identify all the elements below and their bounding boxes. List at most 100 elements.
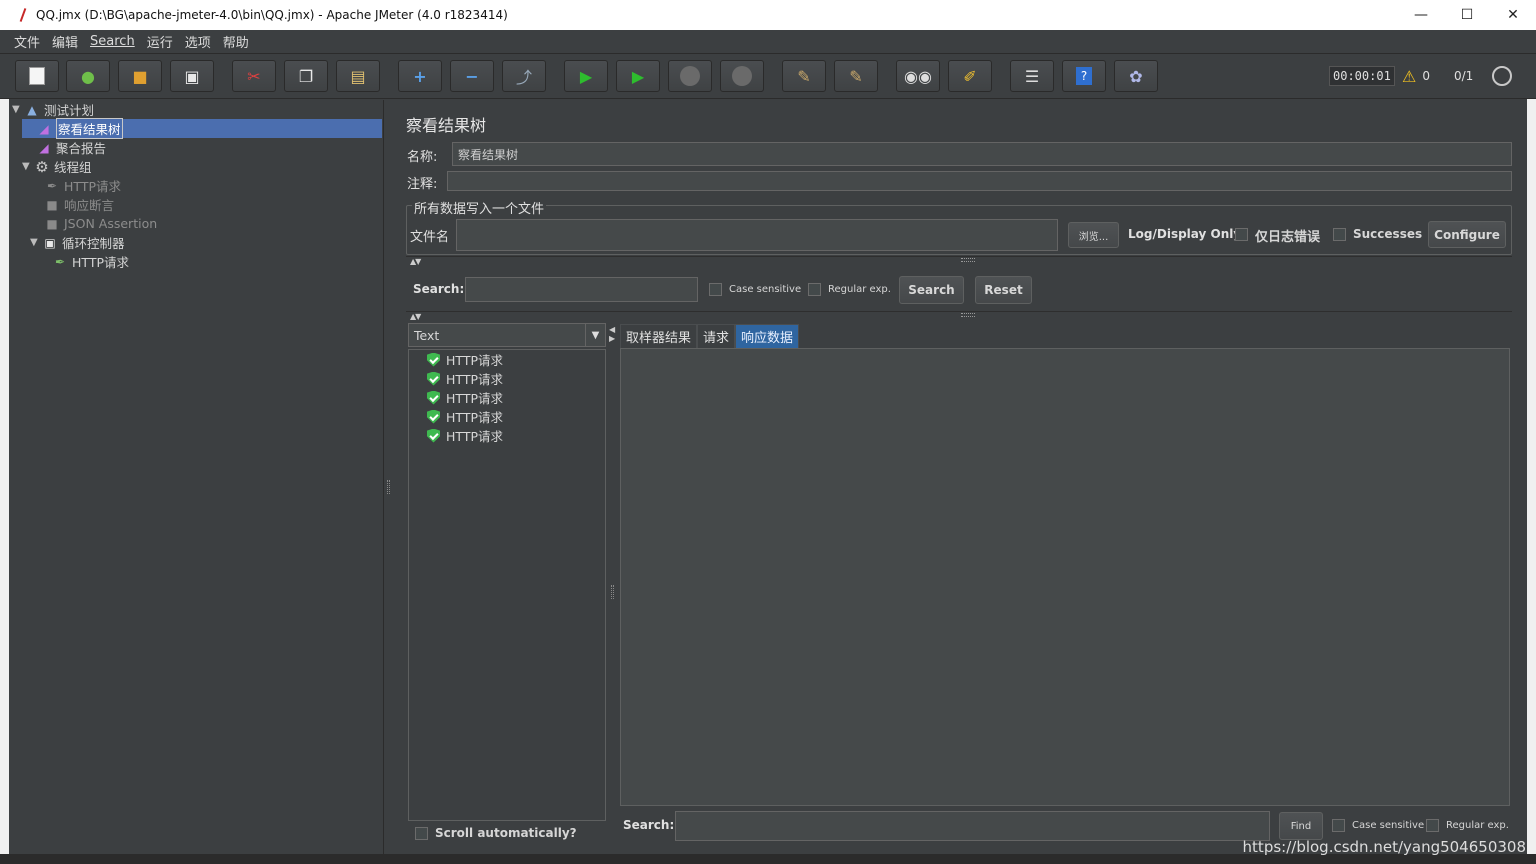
browse-button[interactable]: 浏览...: [1068, 222, 1119, 248]
menu-options[interactable]: 选项: [179, 32, 217, 51]
shutdown-button[interactable]: [720, 60, 764, 92]
result-item[interactable]: HTTP请求: [427, 407, 503, 426]
scroll-automatically-label: Scroll automatically?: [435, 826, 577, 840]
expanded-caret-icon: ▼: [30, 237, 38, 248]
menu-help[interactable]: 帮助: [217, 32, 255, 51]
jmeter-feather-icon: [18, 8, 28, 22]
result-item[interactable]: HTTP请求: [427, 369, 503, 388]
pipette-icon: ✒: [54, 254, 66, 269]
tree-node-aggregate-report[interactable]: ◢ 聚合报告: [36, 138, 106, 157]
top-splitter[interactable]: ▲▼: [406, 256, 1512, 266]
tab-sampler-result[interactable]: 取样器结果: [620, 324, 698, 348]
new-button[interactable]: [15, 60, 59, 92]
test-plan-icon: ▲: [27, 102, 37, 117]
templates-button[interactable]: ●: [66, 60, 110, 92]
results-vertical-splitter[interactable]: ◀ ▶: [608, 323, 617, 853]
expand-all-button[interactable]: +: [398, 60, 442, 92]
response-data-area[interactable]: [620, 348, 1510, 806]
start-no-pause-button[interactable]: ▶: [616, 60, 660, 92]
menu-search[interactable]: Search: [84, 34, 141, 49]
successes-checkbox[interactable]: [1333, 228, 1346, 241]
search-tree-button[interactable]: ◉◉: [896, 60, 940, 92]
results-splitter[interactable]: ▲▼: [406, 311, 1512, 321]
splitter-grip: [961, 258, 975, 262]
timer-value: 00:00:01: [1329, 66, 1395, 86]
success-shield-icon: [427, 371, 440, 386]
result-item[interactable]: HTTP请求: [427, 350, 503, 369]
activity-icon: [1492, 66, 1512, 86]
stop-button[interactable]: [668, 60, 712, 92]
warning-indicator[interactable]: ⚠ 0: [1402, 65, 1430, 87]
errors-only-checkbox[interactable]: [1235, 228, 1248, 241]
tree-node-http-request-disabled[interactable]: ✒ HTTP请求: [44, 176, 121, 195]
tree-node-http-request[interactable]: ✒ HTTP请求: [52, 252, 129, 271]
configure-button[interactable]: Configure: [1428, 221, 1506, 248]
warning-count: 0: [1422, 69, 1430, 83]
clear-all-button[interactable]: ✎: [834, 60, 878, 92]
toggle-button[interactable]: ⤴: [502, 60, 546, 92]
tree-node-label: 线程组: [54, 160, 92, 175]
clear-button[interactable]: ✎: [782, 60, 826, 92]
help-button[interactable]: ?: [1062, 60, 1106, 92]
tree-node-thread-group[interactable]: ▼ ⚙ 线程组: [22, 157, 92, 176]
result-item[interactable]: HTTP请求: [427, 388, 503, 407]
bottom-search-input[interactable]: [675, 811, 1270, 841]
paste-button[interactable]: ▤: [336, 60, 380, 92]
copy-button[interactable]: ❐: [284, 60, 328, 92]
reset-search-button[interactable]: ✐: [948, 60, 992, 92]
tab-request[interactable]: 请求: [697, 324, 736, 348]
assertion-icon: ■: [46, 216, 58, 231]
reset-button[interactable]: Reset: [975, 276, 1032, 304]
bottom-regular-exp-checkbox[interactable]: [1426, 819, 1439, 832]
menu-bar: 文件 编辑 Search 运行 选项 帮助: [0, 30, 1536, 54]
tree-node-view-results-tree[interactable]: ◢ 察看结果树: [22, 118, 382, 139]
errors-only-label: 仅日志错误: [1255, 230, 1321, 245]
maximize-button[interactable]: ☐: [1444, 0, 1490, 30]
renderer-select[interactable]: Text ▼: [408, 323, 606, 347]
result-label: HTTP请求: [446, 429, 503, 444]
tree-node-response-assertion[interactable]: ■ 响应断言: [44, 195, 114, 214]
scroll-automatically-checkbox[interactable]: [415, 827, 428, 840]
search-input[interactable]: [465, 277, 698, 302]
search-button[interactable]: Search: [899, 276, 964, 304]
list-icon: ☰: [1024, 66, 1040, 86]
regular-exp-checkbox[interactable]: [808, 283, 821, 296]
chart-icon: ◢: [39, 121, 49, 136]
comment-field[interactable]: [447, 171, 1512, 191]
start-button[interactable]: ▶: [564, 60, 608, 92]
menu-edit[interactable]: 编辑: [46, 32, 84, 51]
tree-node-json-assertion[interactable]: ■ JSON Assertion: [44, 214, 157, 233]
menu-run[interactable]: 运行: [141, 32, 179, 51]
open-button[interactable]: ■: [118, 60, 162, 92]
cut-button[interactable]: ✂: [232, 60, 276, 92]
main-splitter[interactable]: [385, 100, 393, 854]
find-button[interactable]: Find: [1279, 812, 1323, 840]
copy-icon: ❐: [298, 66, 314, 86]
write-to-file-legend: 所有数据写入一个文件: [412, 198, 547, 217]
close-button[interactable]: ✕: [1490, 0, 1536, 30]
menu-file[interactable]: 文件: [8, 32, 46, 51]
bottom-case-sensitive-checkbox[interactable]: [1332, 819, 1345, 832]
tree-node-label: JSON Assertion: [64, 216, 158, 231]
tree-node-test-plan[interactable]: ▼ ▲ 测试计划: [12, 100, 94, 119]
function-helper-button[interactable]: ☰: [1010, 60, 1054, 92]
name-field[interactable]: 察看结果树: [452, 142, 1512, 166]
filename-field[interactable]: [456, 219, 1058, 251]
minus-icon: −: [465, 66, 479, 86]
remote-button[interactable]: ✿: [1114, 60, 1158, 92]
save-button[interactable]: ▣: [170, 60, 214, 92]
minimize-button[interactable]: —: [1398, 0, 1444, 30]
result-item[interactable]: HTTP请求: [427, 426, 503, 445]
bottom-search-label: Search:: [623, 818, 675, 832]
broom-icon: ✎: [797, 66, 811, 86]
panel-title: 察看结果树: [406, 116, 487, 135]
tab-response-data[interactable]: 响应数据: [735, 324, 800, 348]
result-label: HTTP请求: [446, 410, 503, 425]
tree-node-loop-controller[interactable]: ▼ ▣ 循环控制器: [30, 233, 125, 252]
expanded-caret-icon: ▼: [12, 104, 20, 115]
collapse-all-button[interactable]: −: [450, 60, 494, 92]
jmeter-window: QQ.jmx (D:\BG\apache-jmeter-4.0\bin\QQ.j…: [0, 0, 1536, 864]
result-tabs: 取样器结果 请求 响应数据: [620, 324, 800, 348]
tree-node-label: 测试计划: [44, 103, 95, 118]
case-sensitive-checkbox[interactable]: [709, 283, 722, 296]
